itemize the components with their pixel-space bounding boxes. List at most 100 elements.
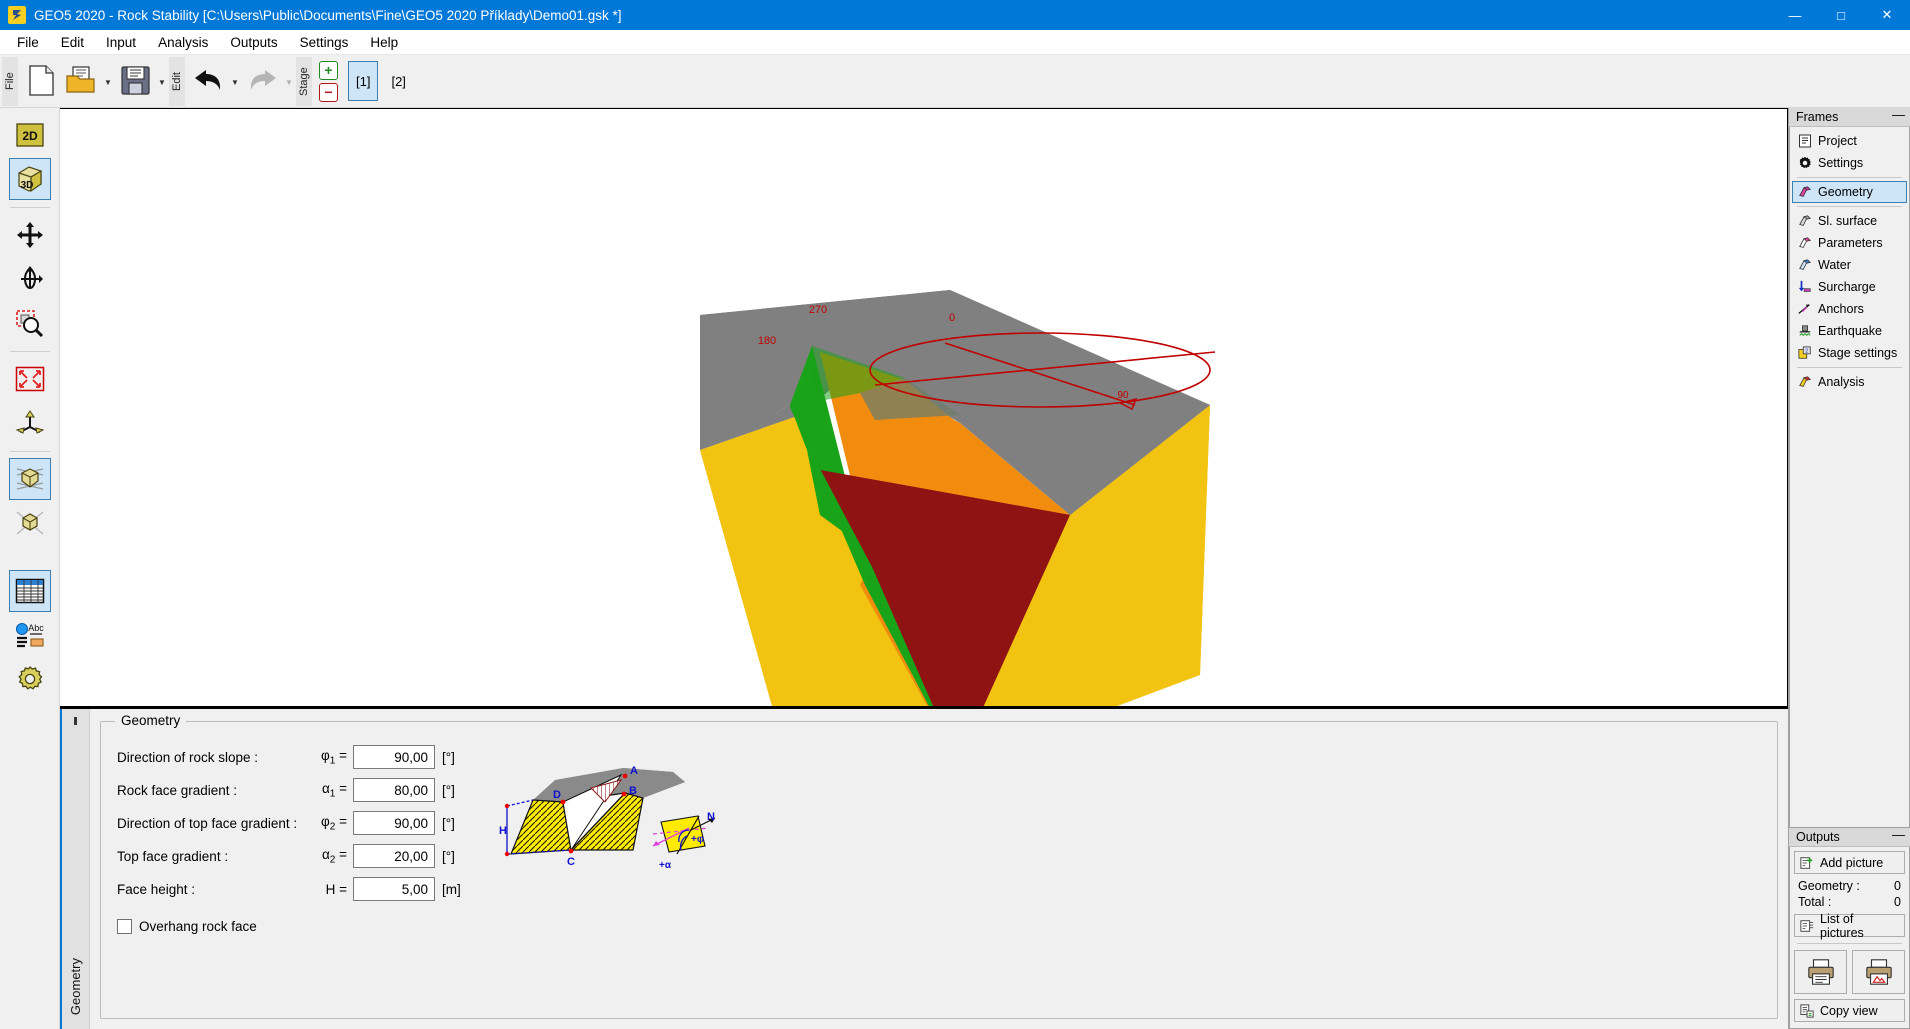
menu-settings[interactable]: Settings bbox=[289, 32, 360, 53]
face-height-unit: [m] bbox=[442, 881, 461, 897]
sidebar-item-surcharge-label: Surcharge bbox=[1818, 280, 1876, 294]
open-file-dropdown-arrow[interactable]: ▼ bbox=[101, 55, 115, 101]
stage-settings-icon: 2 bbox=[1797, 345, 1813, 361]
add-picture-button[interactable]: Add picture bbox=[1794, 851, 1905, 874]
project-icon bbox=[1797, 133, 1813, 149]
table-icon[interactable] bbox=[8, 570, 51, 612]
close-button[interactable]: ✕ bbox=[1864, 0, 1910, 30]
sidebar-item-geometry[interactable]: Geometry bbox=[1792, 181, 1907, 203]
window-controls: — □ ✕ bbox=[1772, 0, 1910, 30]
pan-tool-button[interactable] bbox=[9, 214, 51, 256]
sidebar-item-parameters[interactable]: Parameters bbox=[1792, 232, 1907, 254]
frames-minimize-button[interactable]: — bbox=[1892, 108, 1905, 124]
new-file-icon[interactable] bbox=[22, 57, 60, 103]
analysis-icon bbox=[1797, 374, 1813, 390]
rock-wedge-3d-model[interactable]: 270 0 180 90 bbox=[60, 109, 1787, 706]
view-2d-button[interactable]: 2D bbox=[9, 114, 51, 156]
direction-of-top-face-gradient-input[interactable] bbox=[353, 811, 435, 835]
menu-input[interactable]: Input bbox=[95, 32, 147, 53]
axes-icon[interactable] bbox=[9, 402, 51, 444]
menu-analysis[interactable]: Analysis bbox=[147, 32, 219, 53]
sidebar-item-earthquake[interactable]: Earthquake bbox=[1792, 320, 1907, 342]
toolbar-group-stage-label: Stage bbox=[296, 57, 312, 106]
rotate-tool-button[interactable] bbox=[9, 258, 51, 300]
remove-stage-icon[interactable]: − bbox=[319, 82, 338, 102]
sidebar-item-geometry-label: Geometry bbox=[1818, 185, 1873, 199]
total-count-value: 0 bbox=[1894, 895, 1901, 909]
menu-file[interactable]: File bbox=[6, 32, 50, 53]
rock-face-gradient-input[interactable] bbox=[353, 778, 435, 802]
projection-iso-icon[interactable] bbox=[9, 502, 51, 544]
stage-tab-1[interactable]: [1] bbox=[348, 61, 379, 101]
direction-of-rock-slope-unit: [°] bbox=[442, 749, 455, 765]
stage-add-remove-group: + − bbox=[315, 55, 342, 107]
outputs-panel: Outputs — Add picture Geometry : 0 Total… bbox=[1789, 828, 1910, 1029]
sidebar-item-analysis-label: Analysis bbox=[1818, 375, 1865, 389]
open-file-icon[interactable] bbox=[62, 57, 100, 103]
menu-edit[interactable]: Edit bbox=[50, 32, 95, 53]
sidebar-item-parameters-label: Parameters bbox=[1818, 236, 1883, 250]
frames-divider bbox=[1797, 177, 1902, 178]
outputs-panel-title: Outputs bbox=[1796, 830, 1840, 844]
diagram-label-C: C bbox=[567, 856, 575, 868]
sidebar-item-anchors[interactable]: Anchors bbox=[1792, 298, 1907, 320]
svg-text:Abc: Abc bbox=[28, 623, 44, 633]
svg-text:3D: 3D bbox=[20, 180, 33, 191]
sidebar-item-project-label: Project bbox=[1818, 134, 1857, 148]
print-document-button[interactable] bbox=[1794, 950, 1847, 994]
menu-help[interactable]: Help bbox=[359, 32, 409, 53]
geometry-count-value: 0 bbox=[1894, 879, 1901, 893]
overhang-rock-face-row[interactable]: Overhang rock face bbox=[117, 919, 461, 934]
form-row-rock-face-gradient: Rock face gradient : α1 = [°] bbox=[117, 777, 461, 803]
add-picture-icon bbox=[1799, 855, 1815, 871]
legend-abc-icon[interactable]: Abc bbox=[9, 614, 51, 656]
save-file-icon[interactable] bbox=[116, 57, 154, 103]
vertical-tab-geometry[interactable]: Geometry bbox=[68, 958, 83, 1015]
print-picture-button[interactable] bbox=[1852, 950, 1905, 994]
workspace: 2D 3D Abc 270 0 180 90 Geometry Geometry… bbox=[0, 108, 1910, 1029]
toolbar-divider bbox=[9, 207, 50, 208]
outputs-panel-header: Outputs — bbox=[1789, 828, 1910, 847]
sidebar-item-project[interactable]: Project bbox=[1792, 130, 1907, 152]
undo-icon[interactable] bbox=[189, 57, 227, 103]
view-3d-button[interactable]: 3D bbox=[8, 158, 51, 200]
total-count-label: Total : bbox=[1798, 895, 1832, 909]
top-face-gradient-label: Top face gradient : bbox=[117, 848, 229, 864]
add-stage-icon[interactable]: + bbox=[319, 60, 338, 80]
geometry-field-list: Direction of rock slope : φ1 = [°] Rock … bbox=[117, 740, 461, 1008]
outputs-minimize-button[interactable]: — bbox=[1892, 828, 1905, 844]
undo-dropdown-arrow[interactable]: ▼ bbox=[228, 55, 242, 101]
view-toolbar: 2D 3D Abc bbox=[0, 108, 60, 1029]
sidebar-item-settings[interactable]: Settings bbox=[1792, 152, 1907, 174]
sidebar-item-surcharge[interactable]: Surcharge bbox=[1792, 276, 1907, 298]
panel-grip-icon bbox=[74, 717, 77, 725]
model-viewport[interactable]: 270 0 180 90 bbox=[60, 108, 1788, 707]
direction-of-rock-slope-input[interactable] bbox=[353, 745, 435, 769]
zoom-window-button[interactable] bbox=[9, 302, 51, 344]
sidebar-item-sl-surface-label: Sl. surface bbox=[1818, 214, 1878, 228]
sidebar-item-stage-settings[interactable]: 2 Stage settings bbox=[1792, 342, 1907, 364]
copy-view-icon bbox=[1799, 1003, 1815, 1019]
sidebar-item-analysis[interactable]: Analysis bbox=[1792, 371, 1907, 393]
zoom-fit-button[interactable] bbox=[9, 358, 51, 400]
sidebar-item-sl-surface[interactable]: Sl. surface bbox=[1792, 210, 1907, 232]
projection-top-icon[interactable] bbox=[8, 458, 51, 500]
save-file-dropdown-arrow[interactable]: ▼ bbox=[155, 55, 169, 101]
total-count-row: Total : 0 bbox=[1794, 894, 1905, 910]
top-face-gradient-input[interactable] bbox=[353, 844, 435, 868]
redo-icon[interactable] bbox=[243, 57, 281, 103]
gear-icon[interactable] bbox=[9, 658, 51, 700]
list-of-pictures-button[interactable]: List of pictures bbox=[1794, 912, 1905, 940]
stage-tab-2[interactable]: [2] bbox=[383, 61, 413, 101]
minimize-button[interactable]: — bbox=[1772, 0, 1818, 30]
sidebar-item-water-label: Water bbox=[1818, 258, 1851, 272]
face-height-input[interactable] bbox=[353, 877, 435, 901]
overhang-rock-face-checkbox[interactable] bbox=[117, 919, 132, 934]
maximize-button[interactable]: □ bbox=[1818, 0, 1864, 30]
compass-label-270: 270 bbox=[809, 304, 827, 316]
menu-outputs[interactable]: Outputs bbox=[219, 32, 288, 53]
toolbar-divider bbox=[9, 451, 50, 452]
main-toolbar: File ▼ ▼ Edit ▼ ▼ Stage + − [1] [2] bbox=[0, 55, 1910, 108]
sidebar-item-water[interactable]: Water bbox=[1792, 254, 1907, 276]
copy-view-button[interactable]: Copy view bbox=[1794, 999, 1905, 1022]
